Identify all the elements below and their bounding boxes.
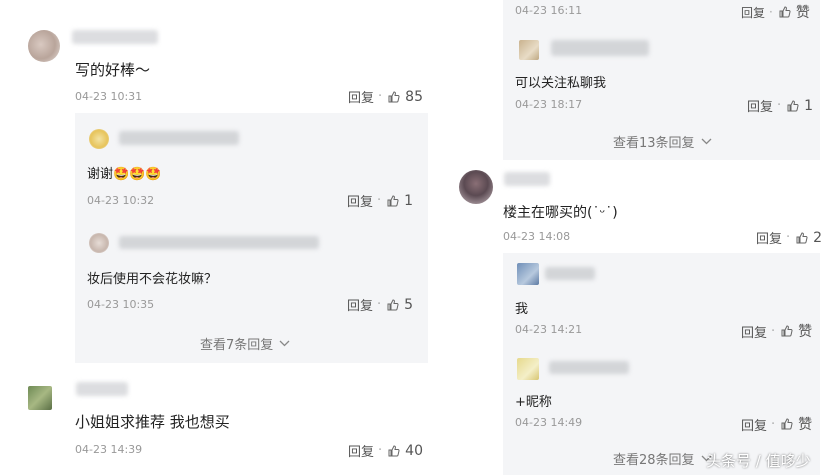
avatar[interactable]: [517, 358, 539, 380]
reply-text: 谢谢🤩🤩🤩: [87, 167, 162, 182]
thumb-up-icon[interactable]: [781, 418, 793, 430]
username-blurred[interactable]: [119, 236, 319, 249]
comment-time: 04-23 14:08: [503, 230, 571, 243]
reply-time: 04-23 14:21: [515, 323, 583, 336]
like-count: 85: [405, 88, 423, 105]
comment-time: 04-23 10:31: [75, 90, 143, 103]
like-count: 40: [405, 442, 423, 459]
comment-actions: 回复 · 85: [348, 87, 423, 107]
reply-time: 04-23 10:32: [87, 194, 155, 207]
like-count: 1: [804, 97, 814, 114]
reply-time: 04-23 18:17: [515, 98, 583, 111]
reply-time: 04-23 10:35: [87, 298, 155, 311]
reply-thread: 谢谢🤩🤩🤩 04-23 10:32 回复 · 1 妆后使用不会花妆嘛？ 04-2…: [75, 113, 428, 363]
reply-button[interactable]: 回复: [347, 191, 373, 210]
like-label: 赞: [795, 5, 810, 21]
separator: ·: [786, 230, 791, 245]
reply-text: 我: [515, 302, 529, 317]
reply-button[interactable]: 回复: [756, 228, 782, 247]
separator: ·: [377, 297, 382, 312]
comment-text: 楼主在哪买的(˙ᵕ˙): [503, 205, 618, 221]
reply-actions: 回复 · 赞: [741, 414, 812, 434]
username-blurred[interactable]: [549, 361, 629, 374]
avatar[interactable]: [89, 129, 109, 149]
separator: ·: [777, 98, 782, 113]
comment-time: 04-23 14:39: [75, 443, 143, 456]
reply-actions: 回复 · 1: [747, 96, 814, 116]
username-blurred[interactable]: [76, 382, 128, 396]
reply-button[interactable]: 回复: [348, 87, 374, 106]
avatar[interactable]: [89, 233, 109, 253]
avatar[interactable]: [28, 30, 60, 62]
thumb-up-icon[interactable]: [787, 99, 799, 112]
view-more-replies[interactable]: 查看13条回复: [613, 132, 712, 151]
reply-button[interactable]: 回复: [747, 96, 773, 115]
separator: ·: [769, 5, 773, 19]
like-count: 5: [404, 296, 414, 313]
like-label: 赞: [798, 324, 813, 340]
separator: ·: [378, 443, 383, 458]
avatar[interactable]: [459, 170, 493, 204]
reply-actions: 回复 · 1: [347, 191, 414, 211]
reply-thread: 我 04-23 14:21 回复 · 赞 +昵称 04-23 14:49 回复 …: [503, 253, 820, 475]
reply-button[interactable]: 回复: [741, 4, 765, 21]
reply-actions: 回复 · 赞: [741, 321, 812, 341]
username-blurred[interactable]: [504, 172, 550, 186]
view-more-replies[interactable]: 查看7条回复: [200, 334, 290, 353]
thumb-up-icon[interactable]: [388, 444, 400, 457]
like-count: 1: [404, 192, 414, 209]
thumb-up-icon[interactable]: [779, 6, 791, 18]
comment-text: 小姐姐求推荐 我也想买: [75, 413, 230, 431]
avatar[interactable]: [28, 386, 52, 410]
reply-button[interactable]: 回复: [741, 322, 767, 341]
thumb-up-icon[interactable]: [387, 298, 399, 311]
reply-time: 04-23 16:11: [515, 4, 583, 17]
separator: ·: [377, 193, 382, 208]
reply-text: 可以关注私聊我: [515, 76, 607, 91]
separator: ·: [771, 416, 776, 432]
separator: ·: [378, 89, 383, 104]
username-blurred[interactable]: [551, 40, 649, 56]
comment-actions: 回复 · 2: [756, 228, 823, 248]
thumb-up-icon[interactable]: [388, 90, 400, 103]
username-blurred[interactable]: [545, 267, 595, 280]
reply-button[interactable]: 回复: [741, 415, 767, 434]
reply-actions: 回复 · 赞: [741, 2, 810, 22]
separator: ·: [771, 323, 776, 339]
thumb-up-icon[interactable]: [796, 231, 808, 244]
reply-time: 04-23 14:49: [515, 416, 583, 429]
view-more-replies[interactable]: 查看28条回复: [613, 449, 712, 468]
chevron-down-icon: [279, 340, 290, 347]
reply-button[interactable]: 回复: [347, 295, 373, 314]
reply-thread: 04-23 16:11 回复 · 赞 可以关注私聊我 04-23 18:17 回…: [503, 0, 820, 160]
reply-button[interactable]: 回复: [348, 441, 374, 460]
thumb-up-icon[interactable]: [781, 325, 793, 337]
comment-text: 写的好棒～: [75, 61, 151, 79]
thumb-up-icon[interactable]: [387, 194, 399, 207]
avatar[interactable]: [517, 263, 539, 285]
like-label: 赞: [798, 417, 813, 433]
username-blurred[interactable]: [72, 30, 158, 44]
username-blurred[interactable]: [119, 131, 239, 145]
reply-text: 妆后使用不会花妆嘛？: [87, 272, 218, 287]
emoji: 🤩🤩🤩: [113, 167, 162, 182]
avatar[interactable]: [519, 40, 539, 60]
comment-actions: 回复 · 40: [348, 441, 423, 461]
chevron-down-icon: [701, 138, 712, 145]
watermark: 头条号 / 值哆少: [706, 452, 811, 470]
reply-text: +昵称: [515, 395, 552, 410]
reply-actions: 回复 · 5: [347, 295, 414, 315]
like-count: 2: [813, 229, 823, 246]
